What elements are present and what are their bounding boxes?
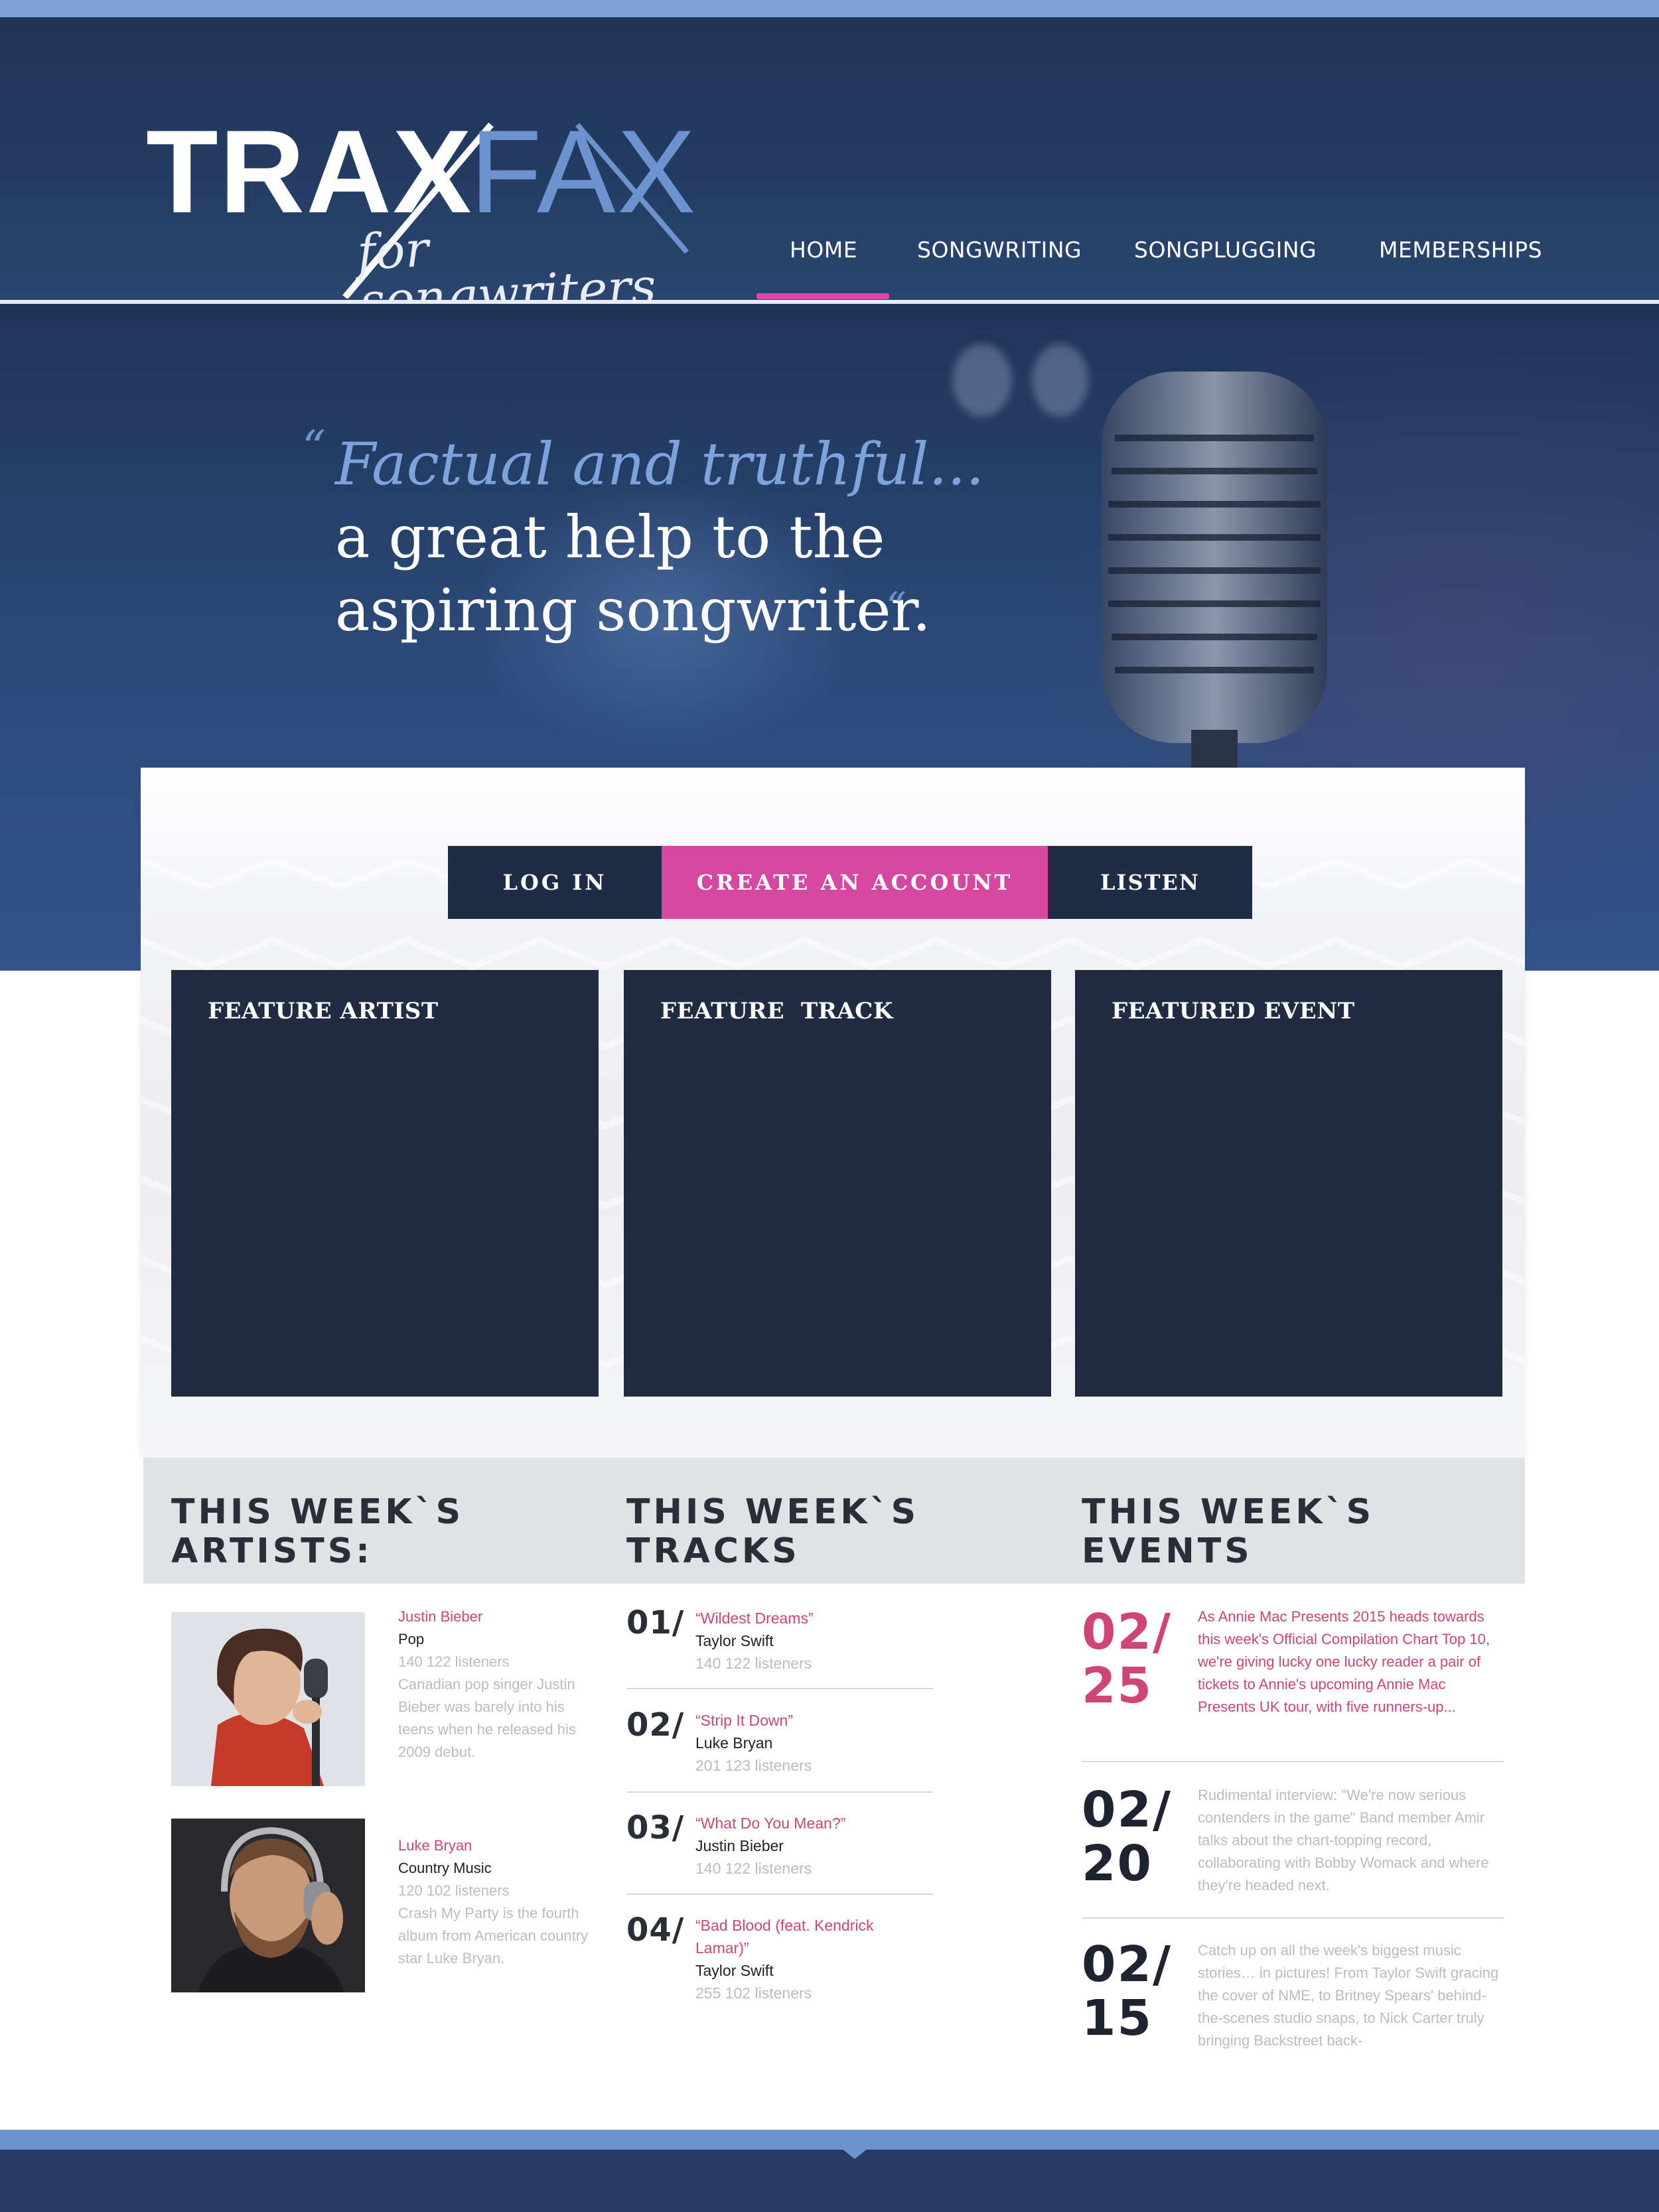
artists-heading-line-1: THIS WEEK`S <box>171 1492 465 1532</box>
footer-notch-icon <box>841 2148 868 2159</box>
event-date-3: 02/ 15 <box>1082 1936 1173 2047</box>
feature-track-card[interactable]: FEATURE TRACK <box>624 970 1051 1397</box>
bokeh-light <box>952 344 1012 417</box>
login-button[interactable]: LOG IN <box>448 846 662 919</box>
artist-name[interactable]: Luke Bryan <box>398 1834 597 1857</box>
tracks-heading-line-2: TRACKS <box>626 1531 800 1571</box>
track-divider <box>626 1688 933 1689</box>
nav-item-songplugging[interactable]: SONGPLUGGING <box>1134 239 1317 261</box>
artist-genre: Pop <box>398 1631 425 1647</box>
track-number: 03/ <box>626 1809 685 1846</box>
track-listeners: 255 102 listeners <box>695 1984 812 2002</box>
event-date-day: 15 <box>1082 1990 1153 2047</box>
event-date-1: 02/ 25 <box>1082 1604 1173 1715</box>
track-info: “Strip It Down” Luke Bryan 201 123 liste… <box>695 1709 921 1777</box>
artist-entry-1: Justin Bieber Pop 140 122 listeners Cana… <box>398 1606 597 1763</box>
artists-heading: THIS WEEK`S ARTISTS: <box>171 1493 464 1571</box>
event-description-2[interactable]: Rudimental interview: "We're now serious… <box>1198 1784 1503 1897</box>
site-footer <box>0 2150 1659 2212</box>
singer-photo-icon <box>171 1612 365 1786</box>
track-divider <box>626 1894 933 1895</box>
artist-description: Canadian pop singer Justin Bieber was ba… <box>398 1676 576 1760</box>
artist-name[interactable]: Justin Bieber <box>398 1606 597 1628</box>
nav-item-memberships[interactable]: MEMBERSHIPS <box>1379 239 1542 261</box>
hero-quote-line-2: a great help to the <box>335 503 885 571</box>
featured-event-card[interactable]: FEATURED EVENT <box>1075 970 1502 1397</box>
nav-item-home[interactable]: HOME <box>790 239 857 261</box>
track-title[interactable]: “Wildest Dreams” <box>695 1607 921 1629</box>
event-date-month: 02/ <box>1082 1936 1173 1993</box>
track-title[interactable]: “What Do You Mean?” <box>695 1812 921 1834</box>
create-account-button[interactable]: CREATE AN ACCOUNT <box>662 846 1048 919</box>
bokeh-light <box>1032 344 1088 417</box>
events-heading-line-1: THIS WEEK`S <box>1082 1492 1375 1532</box>
artist-description: Crash My Party is the fourth album from … <box>398 1905 589 1967</box>
event-date-month: 02/ <box>1082 1781 1173 1838</box>
event-divider <box>1082 1761 1504 1762</box>
track-info: “What Do You Mean?” Justin Bieber 140 12… <box>695 1812 921 1880</box>
tracks-heading-line-1: THIS WEEK`S <box>626 1492 920 1532</box>
artist-listeners: 120 102 listeners <box>398 1882 510 1899</box>
track-info: “Wildest Dreams” Taylor Swift 140 122 li… <box>695 1607 921 1675</box>
track-artist: Taylor Swift <box>695 1962 774 1979</box>
track-number: 02/ <box>626 1706 685 1744</box>
hero-quote-line-1: Factual and truthful... <box>335 430 985 498</box>
event-date-day: 20 <box>1082 1835 1153 1893</box>
track-title[interactable]: “Strip It Down” <box>695 1709 921 1732</box>
artist-listeners: 140 122 listeners <box>398 1653 510 1670</box>
event-description-1[interactable]: As Annie Mac Presents 2015 heads towards… <box>1198 1606 1503 1718</box>
feature-track-title: FEATURE TRACK <box>660 998 893 1024</box>
feature-artist-title: FEATURE ARTIST <box>208 998 439 1024</box>
artist-photo-singer[interactable] <box>171 1612 365 1786</box>
track-artist: Luke Bryan <box>695 1734 773 1752</box>
artists-heading-line-2: ARTISTS: <box>171 1531 373 1571</box>
events-heading: THIS WEEK`S EVENTS <box>1082 1493 1374 1571</box>
listen-button[interactable]: LISTEN <box>1048 846 1252 919</box>
track-title[interactable]: “Bad Blood (feat. Kendrick Lamar)” <box>695 1914 921 1959</box>
event-date-day: 25 <box>1082 1657 1153 1715</box>
track-listeners: 201 123 listeners <box>695 1757 812 1774</box>
event-date-2: 02/ 20 <box>1082 1783 1172 1892</box>
track-info: “Bad Blood (feat. Kendrick Lamar)” Taylo… <box>695 1914 921 2004</box>
page: TRAX FAX for songwriters HOME SONGWRITIN… <box>0 0 1659 2212</box>
artist-genre: Country Music <box>398 1860 492 1876</box>
listener-photo-icon <box>171 1819 365 1992</box>
footer-accent-strip <box>0 2130 1659 2150</box>
featured-event-title: FEATURED EVENT <box>1112 998 1355 1024</box>
track-listeners: 140 122 listeners <box>695 1860 812 1877</box>
nav-active-indicator <box>757 293 889 299</box>
artist-photo-listener[interactable] <box>171 1819 365 1992</box>
event-description-3[interactable]: Catch up on all the week's biggest music… <box>1198 1939 1503 2052</box>
quote-close-mark: “ <box>886 584 906 630</box>
nav-item-songwriting[interactable]: SONGWRITING <box>917 239 1082 261</box>
quote-open-mark: “ <box>302 421 326 475</box>
track-artist: Justin Bieber <box>695 1837 784 1854</box>
event-divider <box>1082 1917 1504 1919</box>
events-heading-line-2: EVENTS <box>1082 1531 1253 1571</box>
feature-artist-card[interactable]: FEATURE ARTIST <box>171 970 599 1397</box>
track-artist: Taylor Swift <box>695 1632 774 1649</box>
track-listeners: 140 122 listeners <box>695 1655 812 1672</box>
logo-wordmark-trax: TRAX <box>146 105 473 238</box>
track-number: 04/ <box>626 1911 685 1949</box>
track-divider <box>626 1791 933 1793</box>
artist-entry-2: Luke Bryan Country Music 120 102 listene… <box>398 1834 597 1970</box>
main-nav: HOME SONGWRITING SONGPLUGGING MEMBERSHIP… <box>0 239 1659 279</box>
hero-quote-line-3: aspiring songwriter. <box>335 576 931 644</box>
event-date-month: 02/ <box>1082 1604 1173 1661</box>
tracks-heading: THIS WEEK`S TRACKS <box>626 1493 919 1571</box>
microphone-icon <box>1102 372 1327 776</box>
track-number: 01/ <box>626 1604 685 1641</box>
top-accent-strip <box>0 0 1659 17</box>
